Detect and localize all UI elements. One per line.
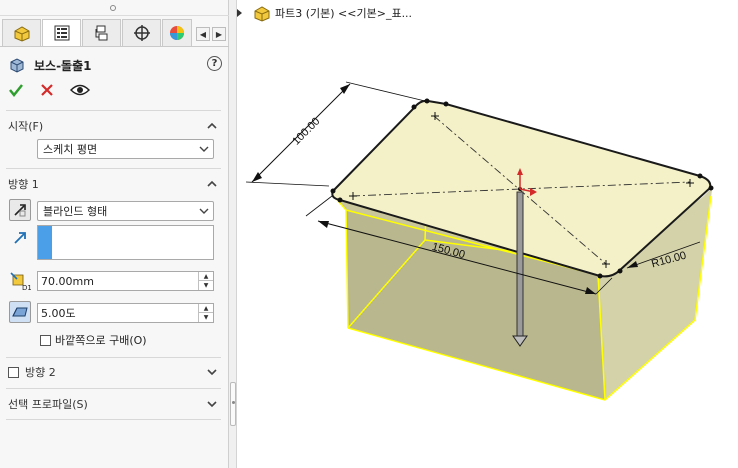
end-condition-select[interactable]: 블라인드 형태: [37, 201, 214, 221]
graphics-viewport[interactable]: 100.00 150.00 R10.00: [238, 0, 738, 468]
direction2-header[interactable]: 방향 2: [8, 363, 220, 381]
end-condition-value: 블라인드 형태: [43, 205, 108, 218]
appearance-icon: [170, 26, 184, 40]
from-condition-select[interactable]: 스케치 평면: [37, 139, 214, 159]
from-condition-value: 스케치 평면: [43, 143, 98, 156]
chevron-down-icon[interactable]: [206, 398, 218, 410]
draft-angle-input[interactable]: 5.00도 ▲ ▼: [37, 303, 214, 323]
draft-icon: [12, 307, 28, 317]
feature-header: 보스-돌출1 ?: [8, 55, 222, 75]
splitter-dot-icon: [232, 401, 235, 404]
draft-angle-value: 5.00도: [41, 307, 76, 320]
direction-vector-icon: [14, 232, 26, 244]
draft-outward-label: 바깥쪽으로 구배(O): [55, 334, 147, 347]
separator: [6, 110, 221, 111]
depth-spinner[interactable]: ▲ ▼: [198, 272, 213, 290]
svg-text:D1: D1: [22, 284, 31, 291]
selected-contours-label: 선택 프로파일(S): [8, 398, 88, 411]
tab-display-manager[interactable]: [162, 19, 192, 46]
draft-toggle-button[interactable]: [9, 301, 31, 323]
spin-up-icon[interactable]: ▲: [199, 272, 213, 281]
splitter-handle[interactable]: [230, 382, 236, 426]
direction1-label: 방향 1: [8, 178, 39, 191]
direction2-label: 방향 2: [25, 366, 56, 379]
tab-property-manager[interactable]: [42, 19, 81, 46]
draft-outward-option[interactable]: 바깥쪽으로 구배(O): [40, 332, 147, 348]
manager-tabs: ◀ ▶: [0, 17, 229, 47]
direction2-checkbox[interactable]: [8, 366, 19, 378]
crosshair-icon: [133, 25, 150, 41]
cancel-icon[interactable]: [40, 83, 54, 97]
chevron-up-icon[interactable]: [206, 120, 218, 132]
configuration-icon: [95, 25, 107, 41]
depth-value: 70.00mm: [41, 274, 94, 288]
chevron-down-icon: [199, 208, 209, 214]
ok-icon[interactable]: [8, 82, 24, 98]
separator: [6, 388, 221, 389]
from-section-header[interactable]: 시작(F): [8, 117, 220, 135]
from-section-label: 시작(F): [8, 120, 44, 133]
spin-up-icon[interactable]: ▲: [199, 304, 213, 313]
tab-scroll-left-button[interactable]: ◀: [196, 27, 210, 41]
help-icon[interactable]: ?: [207, 56, 222, 71]
direction-selection-box[interactable]: [37, 225, 214, 260]
tab-feature-manager[interactable]: [2, 19, 41, 46]
selected-contours-header[interactable]: 선택 프로파일(S): [8, 395, 220, 413]
panel-grip[interactable]: [0, 0, 229, 16]
spin-down-icon[interactable]: ▼: [199, 313, 213, 322]
tab-scroll-right-button[interactable]: ▶: [212, 27, 226, 41]
separator: [6, 168, 221, 169]
draft-outward-checkbox[interactable]: [40, 334, 51, 346]
draft-angle-spinner[interactable]: ▲ ▼: [198, 304, 213, 322]
grip-dot-icon: [110, 5, 116, 11]
property-manager-icon: [54, 25, 69, 41]
panel-splitter[interactable]: [229, 0, 237, 468]
preview-icon[interactable]: [70, 83, 90, 97]
separator: [6, 419, 221, 420]
direction1-header[interactable]: 방향 1: [8, 175, 220, 193]
action-buttons: [8, 81, 90, 99]
spin-down-icon[interactable]: ▼: [199, 281, 213, 290]
reverse-direction-icon: [14, 204, 26, 217]
reverse-direction-button[interactable]: [9, 199, 31, 221]
dimension-width-label: 100.00: [290, 115, 322, 147]
property-manager-panel: ◀ ▶ 보스-돌출1 ? 시작(F) 스케치 평면 방향 1 블라인드 형태 D…: [0, 0, 229, 468]
chevron-down-icon: [199, 146, 209, 152]
selection-color-bar: [38, 226, 52, 259]
separator: [6, 357, 221, 358]
tab-configuration-manager[interactable]: [82, 19, 121, 46]
tab-dimxpert-manager[interactable]: [122, 19, 161, 46]
feature-title: 보스-돌출1: [34, 58, 92, 73]
depth-icon: D1: [10, 272, 31, 291]
chevron-down-icon[interactable]: [206, 366, 218, 378]
depth-input[interactable]: 70.00mm ▲ ▼: [37, 271, 214, 291]
extrude-boss-icon: [10, 58, 24, 73]
part-icon: [14, 26, 29, 42]
chevron-up-icon[interactable]: [206, 178, 218, 190]
